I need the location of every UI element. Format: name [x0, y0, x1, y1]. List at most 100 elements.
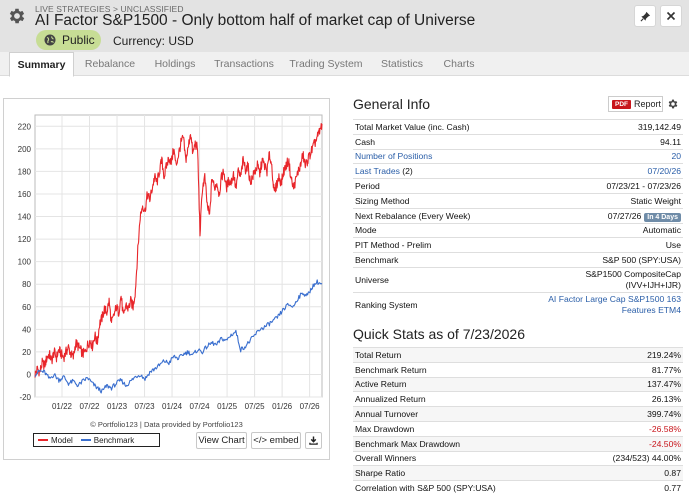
y-tick-label: 180 — [18, 167, 32, 176]
legend-label-benchmark: Benchmark — [93, 435, 135, 445]
strategy-header: LIVE STRATEGIES > UNCLASSIFIED AI Factor… — [0, 0, 689, 52]
globe-icon — [44, 34, 56, 46]
gear-icon[interactable] — [7, 6, 27, 26]
tab-trading-system[interactable]: Trading System — [284, 52, 368, 76]
info-value: Static Weight — [506, 192, 683, 209]
report-label: Report — [634, 99, 662, 109]
y-tick-label: 0 — [27, 370, 32, 379]
stat-key: Benchmark Return — [353, 361, 574, 378]
view-chart-button[interactable]: View Chart — [196, 432, 247, 449]
info-row-benchmark: Benchmark S&P 500 (SPY:USA) — [353, 252, 683, 268]
x-tick-label: 01/23 — [107, 402, 128, 411]
stat-value: -26.58% — [573, 420, 683, 437]
info-row-period: Period 07/23/21 - 07/23/26 — [353, 178, 683, 194]
embed-button[interactable]: </> embed — [251, 432, 301, 449]
general-info-table: Total Market Value (inc. Cash) 319,142.4… — [353, 119, 683, 318]
info-value: S&P1500 CompositeCap (IVV+IJH+IJR) — [506, 266, 683, 293]
info-key: Ranking System — [353, 291, 507, 318]
close-button[interactable] — [660, 5, 682, 27]
page-title: AI Factor S&P1500 - Only bottom half of … — [35, 12, 476, 29]
stat-key: Annual Turnover — [353, 406, 574, 422]
stat-row: Correlation with S&P 500 (SPY:USA) 0.77 — [353, 480, 683, 496]
info-value: Automatic — [506, 222, 683, 238]
performance-chart[interactable]: -20 0 20 40 60 80 100 120 140 160 180 200 220 01/22 07… — [4, 99, 329, 419]
y-tick-label: -20 — [19, 393, 31, 402]
pin-button[interactable] — [634, 5, 656, 27]
general-info-title: General Info — [353, 96, 431, 112]
info-row-market-value: Total Market Value (inc. Cash) 319,142.4… — [353, 119, 683, 135]
settings-gear-icon[interactable] — [667, 98, 679, 110]
tab-charts[interactable]: Charts — [436, 52, 482, 76]
x-tick-label: 01/22 — [52, 402, 73, 411]
x-tick-label: 07/23 — [135, 402, 156, 411]
info-row-mode: Mode Automatic — [353, 222, 683, 238]
ranking-system-name-cont: Features ETM4 — [621, 305, 681, 316]
chart-legend: Model Benchmark — [33, 433, 160, 447]
info-key: Next Rebalance (Every Week) — [353, 207, 507, 224]
tab-summary[interactable]: Summary — [9, 52, 74, 77]
tab-transactions[interactable]: Transactions — [208, 52, 280, 76]
close-icon — [666, 11, 676, 21]
quick-stats-title: Quick Stats as of 7/23/2026 — [353, 326, 525, 342]
legend-label-model: Model — [51, 435, 73, 445]
info-key: PIT Method - Prelim — [353, 237, 507, 253]
info-key: Benchmark — [353, 252, 507, 268]
last-trades-count: (2) — [399, 166, 413, 177]
pdf-icon: PDF — [612, 99, 631, 109]
number-of-positions-link[interactable]: Number of Positions — [353, 148, 507, 164]
tab-statistics[interactable]: Statistics — [372, 52, 432, 76]
y-tick-label: 80 — [22, 280, 31, 289]
pdf-report-button[interactable]: PDF Report — [608, 96, 663, 112]
stat-value: 137.47% — [573, 376, 683, 392]
info-key: Sizing Method — [353, 192, 507, 209]
tab-holdings[interactable]: Holdings — [146, 52, 204, 76]
x-tick-label: 07/22 — [79, 402, 100, 411]
x-tick-label: 01/24 — [162, 402, 183, 411]
x-tick-label: 01/26 — [272, 402, 293, 411]
universe-detail: (IVV+IJH+IJR) — [625, 279, 681, 290]
y-tick-label: 20 — [22, 348, 31, 357]
info-value: S&P 500 (SPY:USA) — [506, 252, 683, 268]
stat-row: Sharpe Ratio 0.87 — [353, 465, 683, 481]
ranking-system-name: AI Factor Large Cap S&P1500 163 — [548, 294, 681, 305]
stat-key: Correlation with S&P 500 (SPY:USA) — [353, 480, 574, 496]
visibility-badge[interactable]: Public — [36, 30, 101, 50]
y-tick-label: 120 — [18, 235, 32, 244]
download-button[interactable] — [305, 432, 322, 449]
legend-item-model[interactable]: Model — [38, 436, 73, 445]
pin-icon — [640, 11, 650, 21]
currency-label: Currency: USD — [113, 34, 194, 48]
stat-row: Total Return 219.24% — [353, 347, 683, 363]
legend-swatch-benchmark — [80, 439, 91, 441]
universe-name: S&P1500 CompositeCap — [585, 268, 681, 279]
info-value: 07/23/21 - 07/23/26 — [506, 178, 683, 194]
stat-row: Benchmark Max Drawdown -24.50% — [353, 435, 683, 452]
tab-rebalance[interactable]: Rebalance — [78, 52, 142, 76]
info-row-next-rebalance: Next Rebalance (Every Week) 07/27/26 In 4… — [353, 207, 683, 224]
quick-stats-table: Total Return 219.24% Benchmark Return 81… — [353, 347, 683, 496]
info-value: Use — [506, 237, 683, 253]
info-row-positions: Number of Positions 20 — [353, 148, 683, 164]
positions-value-link[interactable]: 20 — [506, 148, 683, 164]
y-tick-label: 100 — [18, 258, 32, 267]
stat-value: 0.87 — [573, 465, 683, 481]
ranking-system-link[interactable]: AI Factor Large Cap S&P1500 163 Features … — [506, 291, 683, 318]
performance-chart-panel: -20 0 20 40 60 80 100 120 140 160 180 200 220 01/22 07… — [3, 98, 330, 460]
last-trades-link[interactable]: Last Trades — [355, 166, 400, 176]
stat-row: Overall Winners (234/523) 44.00% — [353, 450, 683, 466]
info-value: 07/27/26 In 4 Days — [506, 207, 683, 224]
y-tick-label: 40 — [22, 325, 31, 334]
download-icon — [309, 436, 318, 445]
legend-swatch-model — [38, 439, 48, 441]
y-tick-label: 140 — [18, 213, 32, 222]
info-key: Cash — [353, 133, 507, 150]
x-tick-label: 07/24 — [190, 402, 211, 411]
info-row-pit-method: PIT Method - Prelim Use — [353, 237, 683, 253]
info-key: Last Trades (2) — [353, 163, 507, 179]
y-tick-label: 200 — [18, 145, 32, 154]
last-trades-date-link[interactable]: 07/20/26 — [506, 163, 683, 179]
legend-item-benchmark[interactable]: Benchmark — [80, 435, 135, 445]
info-key: Universe — [353, 266, 507, 293]
stat-key: Total Return — [353, 347, 574, 363]
tab-bar: Summary Rebalance Holdings Transactions … — [0, 52, 689, 77]
